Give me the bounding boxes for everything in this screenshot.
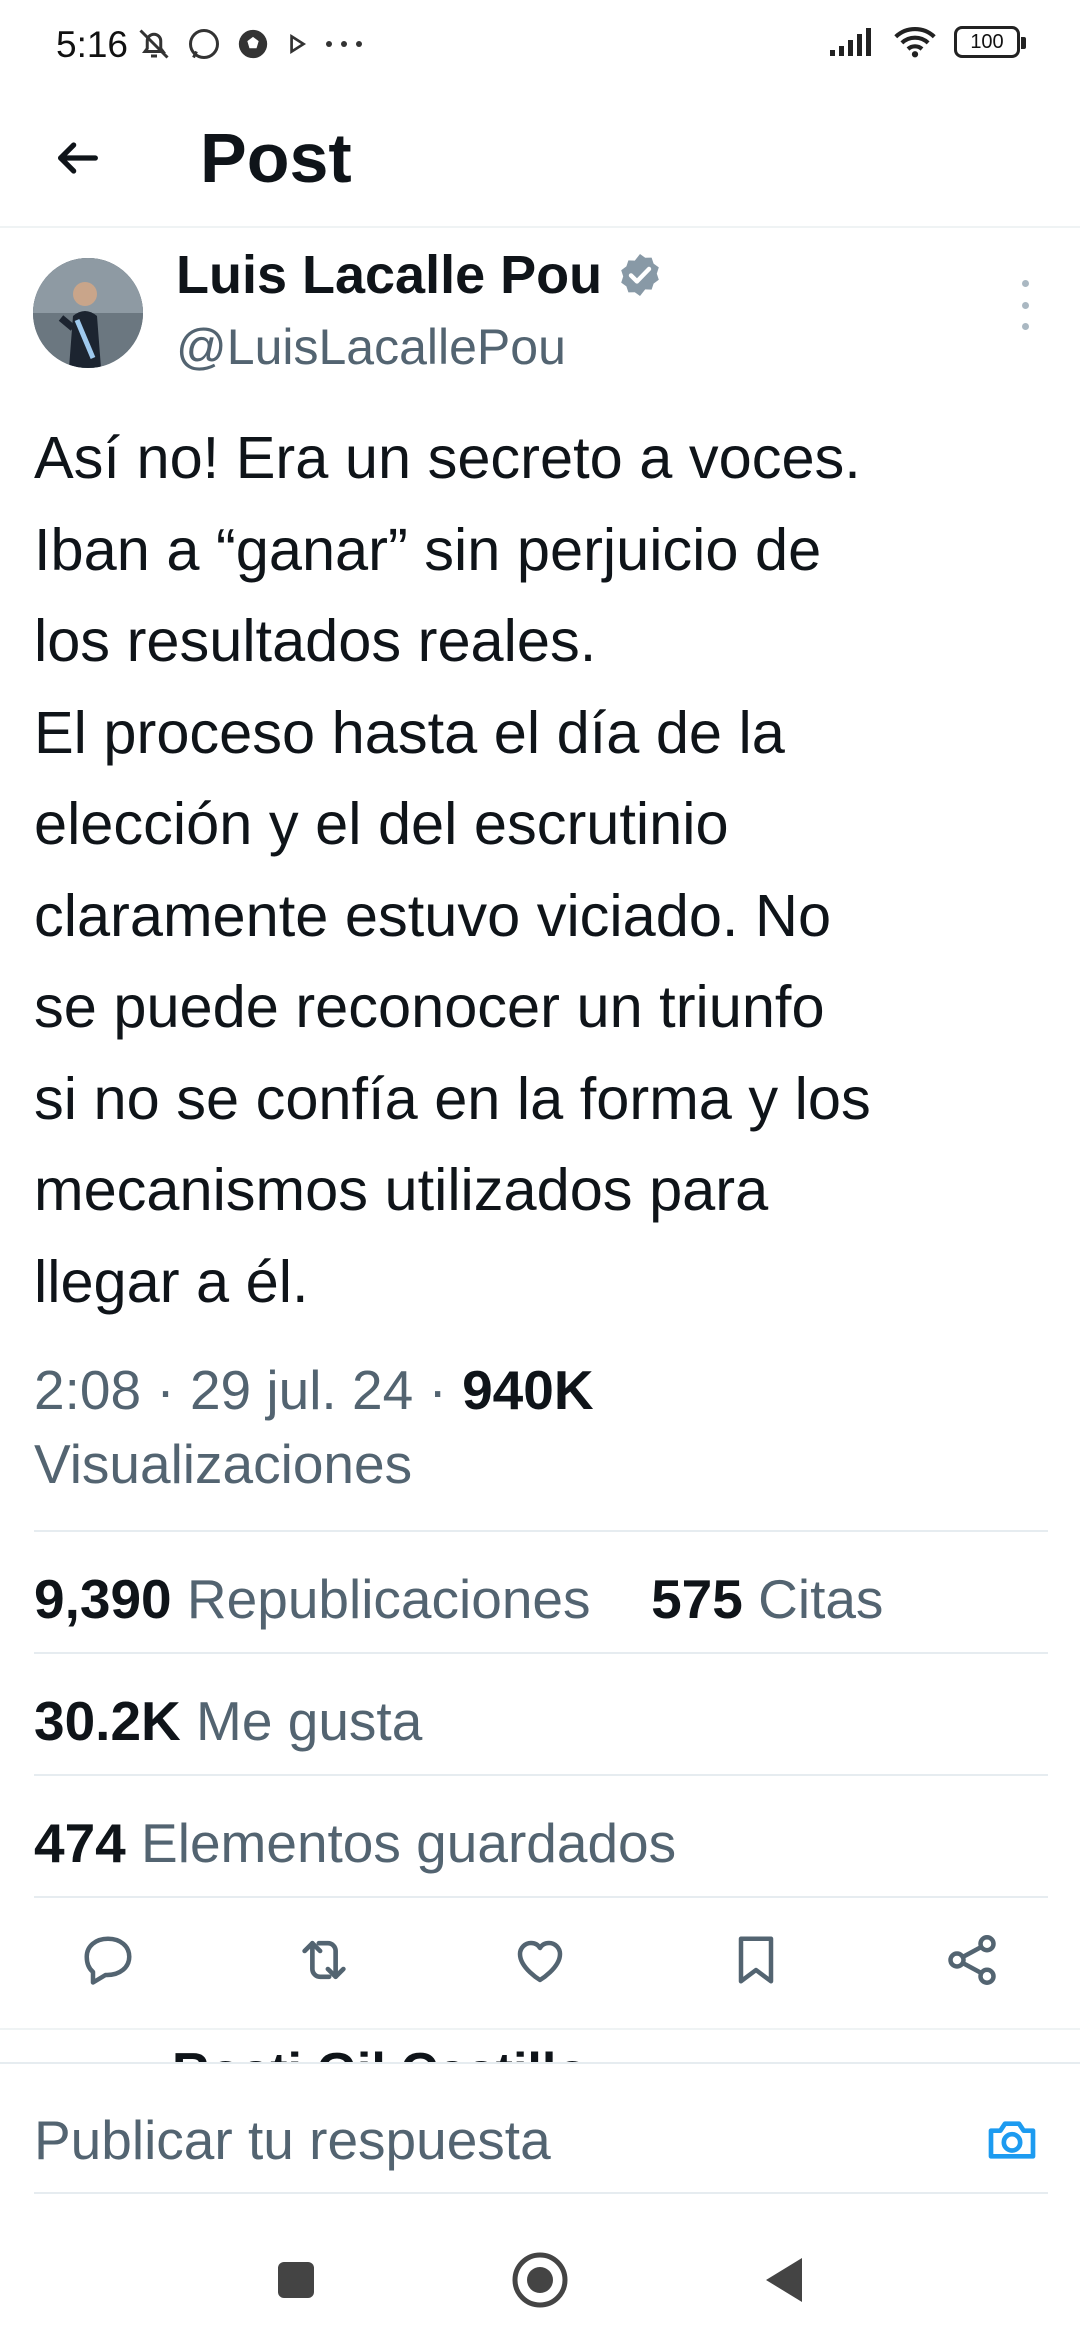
action-bar — [0, 1920, 1080, 2010]
circle-home-icon — [512, 2252, 568, 2308]
app-header: Post — [0, 96, 1080, 228]
share-icon — [948, 1935, 996, 1985]
signal-icon — [830, 28, 871, 56]
more-dot — [1021, 280, 1029, 287]
divider — [34, 1896, 1048, 1898]
reposts-label: Republicaciones — [186, 1568, 591, 1630]
back-button[interactable] — [46, 126, 110, 190]
status-bar: 5:16 100 — [0, 0, 1080, 96]
post-date: 29 jul. 24 — [189, 1359, 414, 1421]
home-button[interactable] — [510, 2250, 570, 2310]
author-name-text: Luis Lacalle Pou — [176, 245, 603, 305]
reply-composer[interactable]: Publicar tu respuesta — [0, 2062, 1080, 2194]
author-name[interactable]: Luis Lacalle Pou — [176, 244, 664, 306]
views-count: 940K — [462, 1359, 594, 1421]
camera-icon — [988, 2121, 1036, 2159]
battery-level: 100 — [970, 30, 1004, 53]
soccer-ball-icon — [238, 29, 268, 59]
quotes-label: Citas — [758, 1568, 884, 1630]
reply-icon — [84, 1936, 132, 1985]
bookmarks-label: Elementos guardados — [141, 1812, 677, 1874]
repost-icon — [302, 1940, 346, 1980]
system-nav-bar — [0, 2210, 1080, 2340]
like-button[interactable] — [500, 1920, 580, 2000]
back-nav-button[interactable] — [754, 2250, 814, 2310]
verified-badge-icon — [621, 254, 659, 296]
page-title: Post — [200, 119, 352, 197]
views-label: Visualizaciones — [34, 1433, 413, 1495]
avatar-photo — [33, 258, 143, 368]
reply-button[interactable] — [68, 1920, 148, 2000]
bookmarks-count: 474 — [34, 1812, 126, 1874]
whatsapp-icon — [189, 29, 219, 59]
bookmark-button[interactable] — [716, 1920, 796, 2000]
reposts-count: 9,390 — [34, 1568, 172, 1630]
share-button[interactable] — [932, 1920, 1012, 2000]
next-reply-peek[interactable]: Rosti Gil Castillo — [0, 2028, 1080, 2066]
recents-button[interactable] — [266, 2250, 326, 2310]
post-text: Así no! Era un secreto a voces. Iban a “… — [34, 424, 871, 1315]
likes-label: Me gusta — [196, 1690, 423, 1752]
post-meta: 2:08 · 29 jul. 24 · 940K — [34, 1358, 594, 1422]
quotes-stat[interactable]: 575 Citas — [651, 1568, 883, 1630]
post-time: 2:08 — [34, 1359, 142, 1421]
system-icons: 100 — [828, 26, 1026, 58]
like-icon — [517, 1940, 563, 1983]
more-dot — [1021, 301, 1029, 309]
bookmark-icon — [738, 1936, 774, 1984]
meta-separator: · — [428, 1359, 447, 1421]
bell-muted-icon — [139, 29, 169, 59]
author-handle[interactable]: @LuisLacallePou — [176, 318, 566, 376]
divider — [34, 2192, 1048, 2194]
divider — [34, 1530, 1048, 1532]
status-time: 5:16 — [56, 24, 129, 65]
likes-count: 30.2K — [34, 1690, 181, 1752]
more-dot — [1021, 323, 1029, 330]
repost-button[interactable] — [284, 1920, 364, 2000]
more-notifications-icon — [326, 41, 362, 47]
back-arrow-icon — [58, 142, 98, 174]
camera-button[interactable] — [984, 2112, 1040, 2168]
notification-icons — [136, 26, 364, 62]
bookmarks-stat[interactable]: 474 Elementos guardados — [34, 1811, 676, 1875]
wifi-icon — [894, 26, 936, 58]
avatar[interactable] — [33, 258, 143, 368]
triangle-back-icon — [766, 2258, 802, 2302]
divider — [34, 1652, 1048, 1654]
quotes-count: 575 — [651, 1568, 743, 1630]
play-icon — [290, 33, 307, 55]
reply-input[interactable]: Publicar tu respuesta — [34, 2108, 551, 2172]
battery-icon: 100 — [954, 26, 1026, 58]
reposts-stat[interactable]: 9,390 Republicaciones — [34, 1568, 591, 1630]
square-icon — [278, 2262, 314, 2298]
stats-reposts-quotes: 9,390 Republicaciones 575 Citas — [34, 1567, 883, 1631]
more-options-button[interactable] — [1010, 280, 1040, 330]
divider — [34, 1774, 1048, 1776]
likes-stat[interactable]: 30.2K Me gusta — [34, 1689, 422, 1753]
meta-separator: · — [156, 1359, 175, 1421]
